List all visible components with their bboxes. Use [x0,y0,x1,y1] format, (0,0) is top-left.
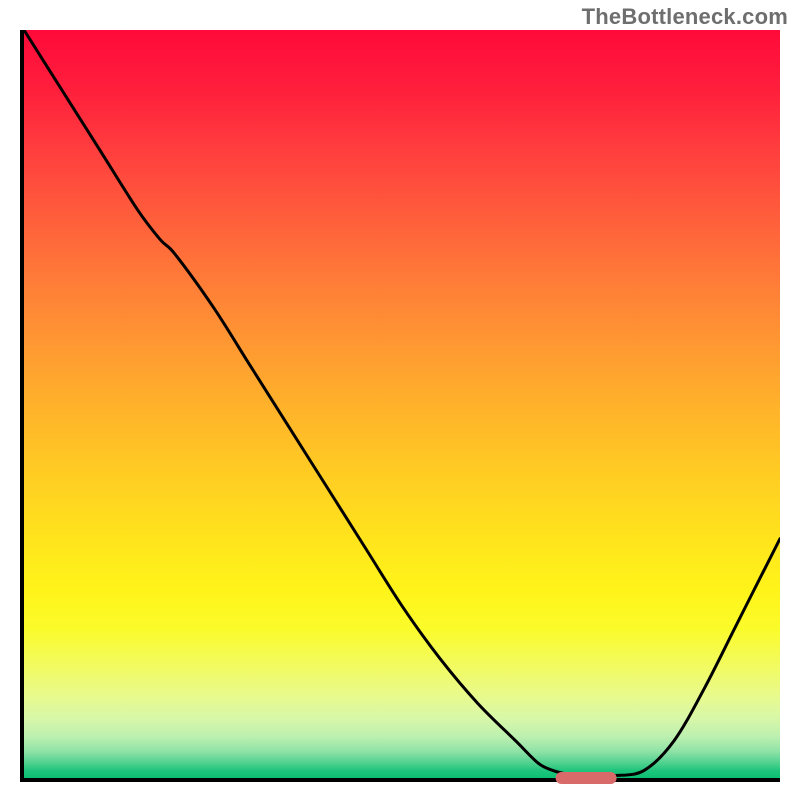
optimal-range-marker [556,772,617,784]
plot-area [20,30,780,782]
bottleneck-curve [24,30,780,778]
watermark-text: TheBottleneck.com [582,4,788,30]
